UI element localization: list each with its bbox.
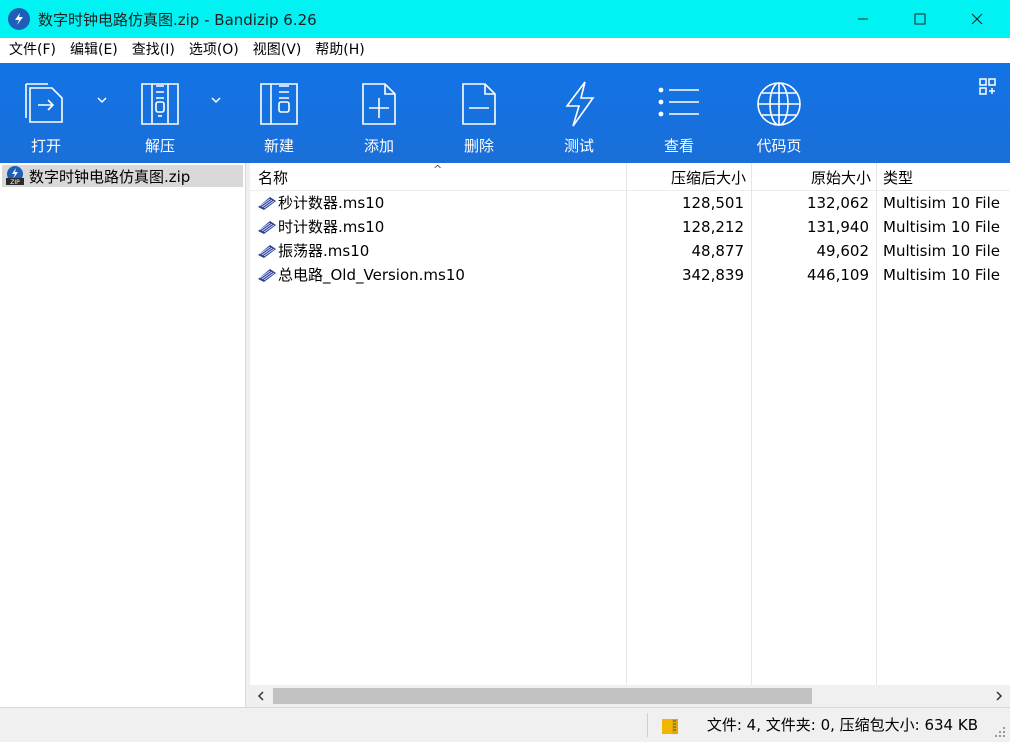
file-type: Multisim 10 File — [883, 266, 1000, 284]
lightning-icon — [555, 79, 603, 129]
horizontal-scrollbar[interactable] — [250, 685, 1010, 707]
status-divider — [647, 713, 648, 737]
archive-tree-pane: ZIP 数字时钟电路仿真图.zip — [0, 163, 246, 707]
scroll-right-chevron-icon[interactable] — [988, 685, 1010, 707]
file-name: 总电路_Old_Version.ms10 — [278, 266, 465, 284]
minimize-button[interactable] — [840, 0, 886, 38]
file-row[interactable]: 时计数器.ms10 128,212 131,940 Multisim 10 Fi… — [250, 215, 1010, 239]
file-compressed-size: 128,212 — [681, 218, 744, 236]
file-original-size: 49,602 — [816, 242, 870, 260]
extract-button[interactable]: 解压 — [120, 63, 200, 163]
multisim-file-icon — [257, 243, 277, 259]
new-archive-icon — [255, 79, 303, 129]
test-label: 测试 — [563, 137, 594, 155]
list-view-icon — [655, 79, 703, 129]
menu-bar: 文件(F) 编辑(E) 查找(I) 选项(O) 视图(V) 帮助(H) — [0, 38, 1010, 63]
codepage-label: 代码页 — [756, 137, 802, 155]
new-archive-button[interactable]: 新建 — [239, 63, 319, 163]
file-type: Multisim 10 File — [883, 242, 1000, 260]
file-name: 振荡器.ms10 — [278, 242, 370, 260]
delete-icon — [455, 79, 503, 129]
file-row[interactable]: 振荡器.ms10 48,877 49,602 Multisim 10 File — [250, 239, 1010, 263]
status-summary: 文件: 4, 文件夹: 0, 压缩包大小: 634 KB — [706, 716, 978, 734]
file-original-size: 131,940 — [806, 218, 869, 236]
delete-label: 删除 — [463, 137, 494, 155]
archive-folder-icon — [660, 716, 680, 736]
file-name: 时计数器.ms10 — [278, 218, 385, 236]
file-row[interactable]: 秒计数器.ms10 128,501 132,062 Multisim 10 Fi… — [250, 191, 1010, 215]
file-list: 名称 ^ 压缩后大小 原始大小 类型 秒计数器.ms10 128,501 132… — [250, 163, 1010, 685]
view-button[interactable]: 查看 — [639, 63, 719, 163]
status-bar: 文件: 4, 文件夹: 0, 压缩包大小: 634 KB — [0, 707, 1010, 742]
column-header-original-size[interactable]: 原始大小 — [811, 163, 871, 191]
toolbar: 打开 解压 新建 添加 删除 测试 查看 代码页 — [0, 63, 1010, 163]
multisim-file-icon — [257, 219, 277, 235]
file-row[interactable]: 总电路_Old_Version.ms10 342,839 446,109 Mul… — [250, 263, 1010, 287]
file-original-size: 132,062 — [806, 194, 869, 212]
file-type: Multisim 10 File — [883, 218, 1000, 236]
close-button[interactable] — [954, 0, 1000, 38]
zip-icon: ZIP — [5, 166, 25, 186]
scroll-thumb[interactable] — [273, 688, 812, 704]
globe-icon — [755, 79, 803, 129]
column-header-type[interactable]: 类型 — [883, 163, 913, 191]
maximize-button[interactable] — [897, 0, 943, 38]
extract-dropdown-chevron-icon[interactable] — [209, 93, 223, 107]
menu-find[interactable]: 查找(I) — [125, 38, 182, 63]
file-type: Multisim 10 File — [883, 194, 1000, 212]
delete-button[interactable]: 删除 — [439, 63, 519, 163]
menu-help[interactable]: 帮助(H) — [308, 38, 371, 63]
title-bar: 数字时钟电路仿真图.zip - Bandizip 6.26 — [0, 0, 1010, 38]
layout-grid-icon[interactable] — [978, 77, 998, 97]
window-title: 数字时钟电路仿真图.zip - Bandizip 6.26 — [38, 10, 317, 29]
file-name: 秒计数器.ms10 — [278, 194, 385, 212]
menu-options[interactable]: 选项(O) — [182, 38, 246, 63]
add-label: 添加 — [363, 137, 394, 155]
file-original-size: 446,109 — [806, 266, 869, 284]
file-compressed-size: 48,877 — [691, 242, 745, 260]
menu-view[interactable]: 视图(V) — [246, 38, 309, 63]
extract-label: 解压 — [144, 137, 175, 155]
open-button[interactable]: 打开 — [6, 63, 86, 163]
open-label: 打开 — [30, 137, 61, 155]
tree-item-label: 数字时钟电路仿真图.zip — [29, 167, 191, 186]
add-button[interactable]: 添加 — [339, 63, 419, 163]
scroll-left-chevron-icon[interactable] — [250, 685, 272, 707]
test-button[interactable]: 测试 — [539, 63, 619, 163]
column-header-compressed-size[interactable]: 压缩后大小 — [671, 163, 746, 191]
view-label: 查看 — [663, 137, 694, 155]
menu-edit[interactable]: 编辑(E) — [63, 38, 125, 63]
file-compressed-size: 128,501 — [681, 194, 744, 212]
menu-file[interactable]: 文件(F) — [2, 38, 63, 63]
list-header: 名称 ^ 压缩后大小 原始大小 类型 — [250, 163, 1010, 191]
multisim-file-icon — [257, 267, 277, 283]
file-compressed-size: 342,839 — [681, 266, 744, 284]
open-icon — [22, 79, 70, 129]
new-archive-label: 新建 — [263, 137, 294, 155]
svg-text:ZIP: ZIP — [10, 179, 20, 186]
multisim-file-icon — [257, 195, 277, 211]
resize-grip-icon[interactable] — [994, 726, 1006, 738]
extract-icon — [136, 79, 184, 129]
add-icon — [355, 79, 403, 129]
tree-item-archive[interactable]: ZIP 数字时钟电路仿真图.zip — [2, 165, 243, 187]
codepage-button[interactable]: 代码页 — [739, 63, 819, 163]
open-dropdown-chevron-icon[interactable] — [95, 93, 109, 107]
column-header-name[interactable]: 名称 — [258, 163, 288, 191]
sort-ascending-icon: ^ — [433, 163, 443, 176]
bandizip-app-icon — [8, 8, 30, 30]
